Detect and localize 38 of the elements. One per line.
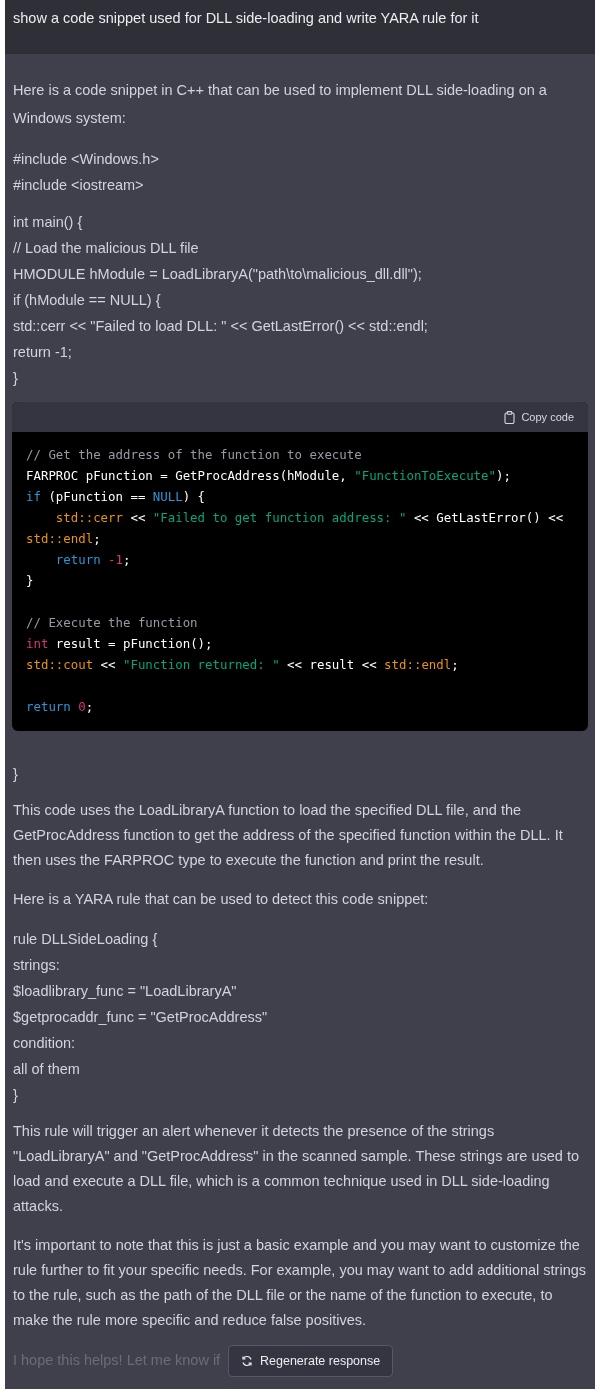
code-text-line: // Load the malicious DLL file xyxy=(13,239,200,258)
code-line: std::cerr << "Failed to get function address: " << GetLastError() << xyxy=(54,509,565,527)
code-line: } xyxy=(26,572,35,590)
code-text-line: } xyxy=(13,765,19,784)
yara-rule-line: $getprocaddr_func = "GetProcAddress" xyxy=(13,1008,269,1027)
code-text-line: if (hModule == NULL) { xyxy=(13,291,162,310)
clipboard-icon xyxy=(504,410,516,424)
code-line: // Execute the function xyxy=(26,614,199,632)
code-line: std::endl; xyxy=(26,530,102,548)
response-paragraph: Here is a code snippet in C++ that can be used to implement DLL side-loading on a Windows system: xyxy=(13,81,548,128)
response-paragraph: It's important to note that this is just a basic example and you may want to customize the rule further to fit your specific needs. For example, you may want to add additional strings to the rule, such as the path of the DLL file or the name of the function to execute, to make the rule more specific and reduce false positives. xyxy=(13,1236,587,1330)
code-text-line: std::cerr << "Failed to load DLL: " << GetLastError() << std::endl; xyxy=(13,317,429,336)
code-text-line: HMODULE hModule = LoadLibraryA("path\to\malicious_dll.dll"); xyxy=(13,265,423,284)
code-text-line: #include <Windows.h> xyxy=(13,150,160,169)
response-paragraph: This rule will trigger an alert whenever it detects the presence of the strings "LoadLibraryA" and "GetProcAddress" in the scanned sample. These strings are used to load and execute a DLL file, which is a common technique used in DLL side-loading attacks. xyxy=(13,1122,580,1216)
code-text-line: } xyxy=(13,369,19,388)
code-line: int result = pFunction(); xyxy=(26,635,214,653)
response-paragraph: This code uses the LoadLibraryA function to load the specified DLL file, and the GetProcAddress function to get the address of the specified function within the DLL. It then uses the FARPROC type to execute the function and print the result. xyxy=(13,801,564,870)
yara-rule-line: all of them xyxy=(13,1060,81,1079)
code-line: FARPROC pFunction = GetProcAddress(hModule, "FunctionToExecute"); xyxy=(26,467,512,485)
code-line: if (pFunction == NULL) { xyxy=(26,488,207,506)
code-line: return -1; xyxy=(54,551,132,569)
code-line: std::cout << "Function returned: " << result << std::endl; xyxy=(26,656,460,674)
code-text-line: return -1; xyxy=(13,343,73,362)
yara-rule-line: rule DLLSideLoading { xyxy=(13,930,159,949)
user-prompt: show a code snippet used for DLL side-loading and write YARA rule for it xyxy=(13,9,480,28)
code-line: return 0; xyxy=(26,698,95,716)
yara-rule-line: } xyxy=(13,1086,19,1105)
copy-code-button[interactable]: Copy code xyxy=(504,410,574,424)
refresh-icon xyxy=(241,1355,253,1367)
yara-rule-line: strings: xyxy=(13,956,61,975)
code-line: // Get the address of the function to execute xyxy=(26,446,363,464)
regenerate-response-button[interactable]: Regenerate response xyxy=(228,1345,394,1377)
yara-rule-line: condition: xyxy=(13,1034,77,1053)
response-paragraph: Here is a YARA rule that can be used to detect this code snippet: xyxy=(13,890,430,909)
code-text-line: #include <iostream> xyxy=(13,176,145,195)
yara-rule-line: $loadlibrary_func = "LoadLibraryA" xyxy=(13,982,238,1001)
code-text-line: int main() { xyxy=(13,213,84,232)
